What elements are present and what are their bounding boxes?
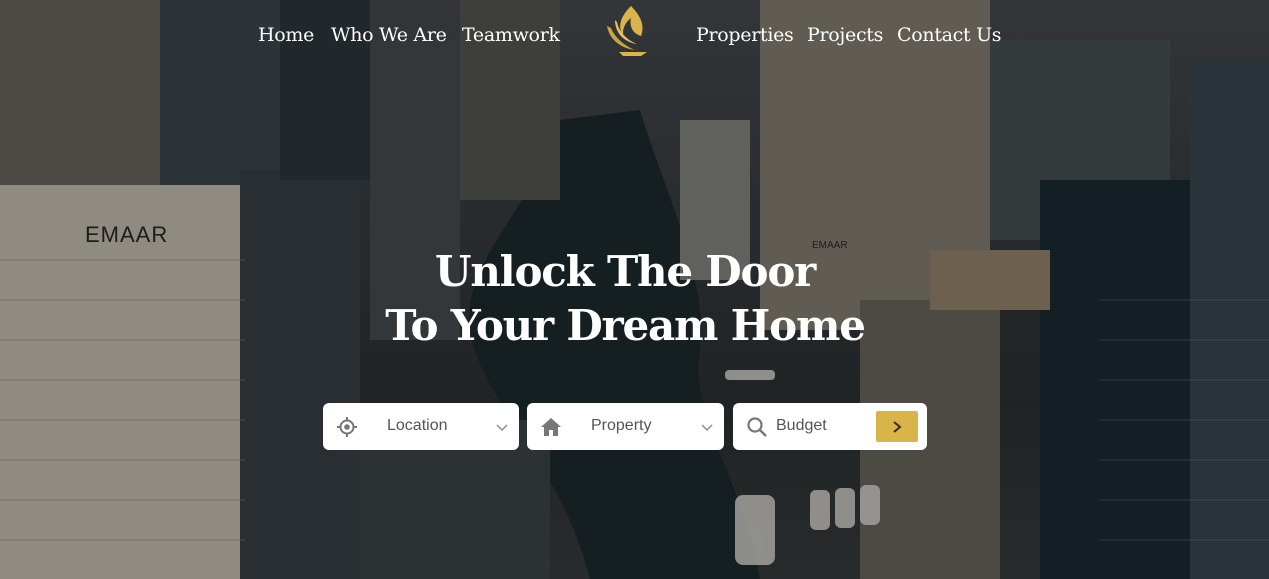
chevron-right-icon [893, 421, 902, 433]
budget-field[interactable]: Budget [733, 403, 927, 450]
chevron-down-icon [701, 424, 713, 432]
property-select[interactable]: Property [527, 403, 724, 450]
nav-home[interactable]: Home [258, 24, 314, 46]
nav-contact-us[interactable]: Contact Us [897, 24, 1002, 46]
nav-who-we-are[interactable]: Who We Are [331, 24, 447, 46]
nav-teamwork[interactable]: Teamwork [462, 24, 560, 46]
location-icon [337, 417, 357, 437]
location-label: Location [387, 417, 448, 434]
headline-line-1: Unlock The Door [434, 247, 816, 296]
chevron-down-icon [496, 424, 508, 432]
home-icon [541, 418, 561, 436]
search-icon [747, 417, 767, 437]
hero-section: EMAAR EMAAR Home Who We Are Teamwork Pro… [0, 0, 1269, 579]
nav-properties[interactable]: Properties [696, 24, 794, 46]
headline-line-2: To Your Dream Home [385, 301, 866, 350]
search-submit-button[interactable] [876, 411, 918, 442]
property-label: Property [591, 417, 652, 434]
nav-projects[interactable]: Projects [807, 24, 883, 46]
hero-headline: Unlock The Door To Your Dream Home [0, 245, 1250, 353]
top-navigation: Home Who We Are Teamwork Properties Proj… [0, 0, 1269, 72]
flame-logo-icon[interactable] [601, 4, 651, 56]
location-select[interactable]: Location [323, 403, 519, 450]
budget-label: Budget [776, 417, 827, 434]
